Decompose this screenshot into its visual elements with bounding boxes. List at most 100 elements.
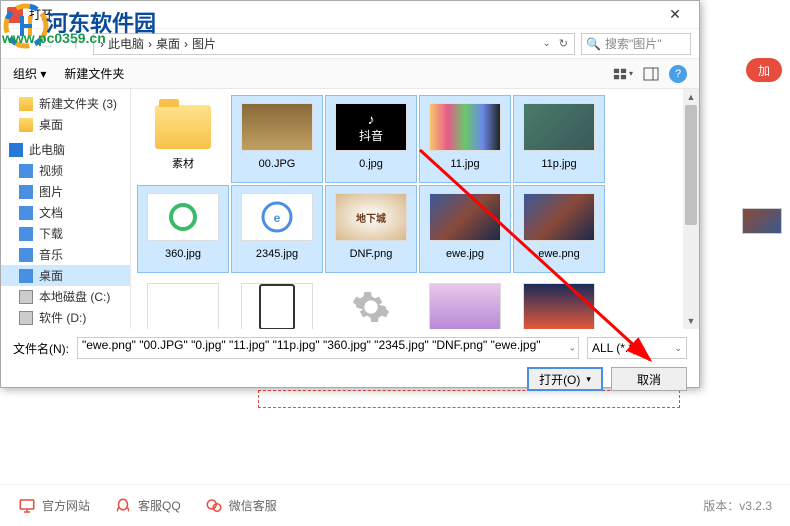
search-placeholder: 搜索"图片" bbox=[605, 35, 662, 52]
file-name: 素材 bbox=[172, 158, 194, 170]
dialog-nav: ← → ↑ › 此电脑 › 桌面 › 图片 ⌄ ↻ 🔍 搜索"图片" bbox=[1, 29, 699, 59]
file-thumbnail bbox=[523, 190, 595, 244]
file-item[interactable]: 11p.jpg bbox=[513, 95, 605, 183]
file-name: 11.jpg bbox=[450, 158, 479, 170]
sidebar-item[interactable]: 此电脑 bbox=[1, 139, 130, 160]
scroll-up-icon[interactable]: ▲ bbox=[683, 89, 699, 105]
file-item[interactable]: 00.JPG bbox=[231, 95, 323, 183]
blue-icon bbox=[19, 269, 33, 283]
filename-input[interactable]: "ewe.png" "00.JPG" "0.jpg" "11.jpg" "11p… bbox=[77, 337, 579, 359]
breadcrumb-part[interactable]: 图片 bbox=[192, 35, 216, 52]
file-name: 360.jpg bbox=[165, 248, 201, 260]
breadcrumb[interactable]: › 此电脑 › 桌面 › 图片 ⌄ ↻ bbox=[93, 33, 575, 55]
blue-icon bbox=[19, 185, 33, 199]
view-mode-button[interactable]: ▾ bbox=[613, 64, 633, 84]
blue-icon bbox=[19, 227, 33, 241]
sidebar-item[interactable]: 图片 bbox=[1, 181, 130, 202]
refresh-icon[interactable]: ↻ bbox=[559, 37, 568, 50]
chevron-down-icon: ▾ bbox=[586, 374, 591, 385]
chevron-down-icon[interactable]: ⌄ bbox=[568, 343, 576, 354]
drive-icon bbox=[19, 290, 33, 304]
dialog-title: 打开 bbox=[29, 6, 53, 23]
footer-qq[interactable]: 客服QQ bbox=[114, 497, 181, 515]
footer-label: 客服QQ bbox=[138, 497, 181, 514]
background-thumbnail[interactable] bbox=[742, 208, 782, 234]
file-thumbnail bbox=[241, 280, 313, 329]
footer-label: 官方网站 bbox=[42, 497, 90, 514]
forward-button[interactable]: → bbox=[37, 33, 59, 55]
sidebar-item[interactable]: 视频 bbox=[1, 160, 130, 181]
file-name: ewe.png bbox=[538, 248, 580, 260]
sidebar-item[interactable]: 新建文件夹 (3) bbox=[1, 93, 130, 114]
search-input[interactable]: 🔍 搜索"图片" bbox=[581, 33, 691, 55]
file-item[interactable]: LastOpen.ini bbox=[325, 275, 417, 329]
file-thumbnail bbox=[429, 100, 501, 154]
file-name: 0.jpg bbox=[359, 158, 383, 170]
file-thumbnail: 地下城 bbox=[335, 190, 407, 244]
file-thumbnail bbox=[335, 280, 407, 329]
sidebar-item-label: 本地磁盘 (C:) bbox=[39, 288, 110, 305]
file-name: ewe.jpg bbox=[446, 248, 484, 260]
chevron-down-icon[interactable]: ⌄ bbox=[542, 38, 550, 49]
dialog-toolbar: 组织 ▾ 新建文件夹 ▾ ? bbox=[1, 59, 699, 89]
scrollbar[interactable]: ▲ ▼ bbox=[683, 89, 699, 329]
cancel-button[interactable]: 取消 bbox=[611, 367, 687, 391]
file-item[interactable]: OPPO.jpg bbox=[419, 275, 511, 329]
new-folder-button[interactable]: 新建文件夹 bbox=[64, 65, 124, 82]
organize-menu[interactable]: 组织 ▾ bbox=[13, 65, 46, 82]
open-button[interactable]: 打开(O) ▾ bbox=[527, 367, 603, 391]
footer-label: 微信客服 bbox=[229, 497, 277, 514]
sidebar-item-label: 下载 bbox=[39, 225, 63, 242]
blue-icon bbox=[19, 248, 33, 262]
file-item[interactable]: ♪抖音0.jpg bbox=[325, 95, 417, 183]
sidebar-item-label: 桌面 bbox=[39, 267, 63, 284]
file-thumbnail bbox=[523, 100, 595, 154]
file-item[interactable]: 素材 bbox=[137, 95, 229, 183]
sidebar-item[interactable]: 音乐 bbox=[1, 244, 130, 265]
file-item[interactable]: iPad.jpg bbox=[231, 275, 323, 329]
file-item[interactable]: ewe.png bbox=[513, 185, 605, 273]
dialog-titlebar[interactable]: 打开 ✕ bbox=[1, 1, 699, 29]
sidebar-item[interactable]: 备份恢复 (E:) bbox=[1, 328, 130, 329]
file-item[interactable]: p30.jpg bbox=[513, 275, 605, 329]
monitor-icon bbox=[18, 497, 36, 515]
scroll-thumb[interactable] bbox=[685, 105, 697, 225]
file-item[interactable]: 360.jpg bbox=[137, 185, 229, 273]
file-item[interactable]: 地下城DNF.png bbox=[325, 185, 417, 273]
file-thumbnail bbox=[523, 280, 595, 329]
footer-website[interactable]: 官方网站 bbox=[18, 497, 90, 515]
pc-icon bbox=[9, 143, 23, 157]
svg-text:e: e bbox=[274, 211, 281, 225]
version-text: 版本：v3.2.3 bbox=[703, 497, 772, 514]
sidebar-item[interactable]: 下载 bbox=[1, 223, 130, 244]
preview-pane-button[interactable] bbox=[641, 64, 661, 84]
scroll-down-icon[interactable]: ▼ bbox=[683, 313, 699, 329]
sidebar-item[interactable]: 桌面 bbox=[1, 265, 130, 286]
back-button[interactable]: ← bbox=[9, 33, 31, 55]
filename-label: 文件名(N): bbox=[13, 340, 69, 357]
file-item[interactable]: e2345.jpg bbox=[231, 185, 323, 273]
file-item[interactable]: 11.jpg bbox=[419, 95, 511, 183]
add-button[interactable]: 加 bbox=[746, 58, 782, 82]
sidebar-item[interactable]: 文档 bbox=[1, 202, 130, 223]
file-thumbnail bbox=[429, 280, 501, 329]
up-button[interactable]: ↑ bbox=[65, 33, 87, 55]
footer-wechat[interactable]: 微信客服 bbox=[205, 497, 277, 515]
breadcrumb-part[interactable]: 桌面 bbox=[156, 35, 180, 52]
file-item[interactable]: ewe.jpg bbox=[419, 185, 511, 273]
close-button[interactable]: ✕ bbox=[657, 4, 693, 26]
sidebar-item[interactable]: 软件 (D:) bbox=[1, 307, 130, 328]
breadcrumb-part[interactable]: 此电脑 bbox=[108, 35, 144, 52]
help-button[interactable]: ? bbox=[669, 65, 687, 83]
sidebar-item[interactable]: 本地磁盘 (C:) bbox=[1, 286, 130, 307]
sidebar-item[interactable]: 桌面 bbox=[1, 114, 130, 135]
drive-icon bbox=[19, 311, 33, 325]
file-thumbnail bbox=[147, 190, 219, 244]
dialog-body: 新建文件夹 (3)桌面此电脑视频图片文档下载音乐桌面本地磁盘 (C:)软件 (D… bbox=[1, 89, 699, 329]
blue-icon bbox=[19, 164, 33, 178]
file-list[interactable]: 素材 00.JPG♪抖音0.jpg 11.jpg 11p.jpg 360.jpg e234… bbox=[131, 89, 699, 329]
sidebar-item-label: 桌面 bbox=[39, 116, 63, 133]
app-footer: 官方网站 客服QQ 微信客服 版本：v3.2.3 bbox=[0, 484, 790, 526]
file-type-filter[interactable]: ALL (*.*) ⌄ bbox=[587, 337, 687, 359]
file-item[interactable]: F-image.rdr bbox=[137, 275, 229, 329]
